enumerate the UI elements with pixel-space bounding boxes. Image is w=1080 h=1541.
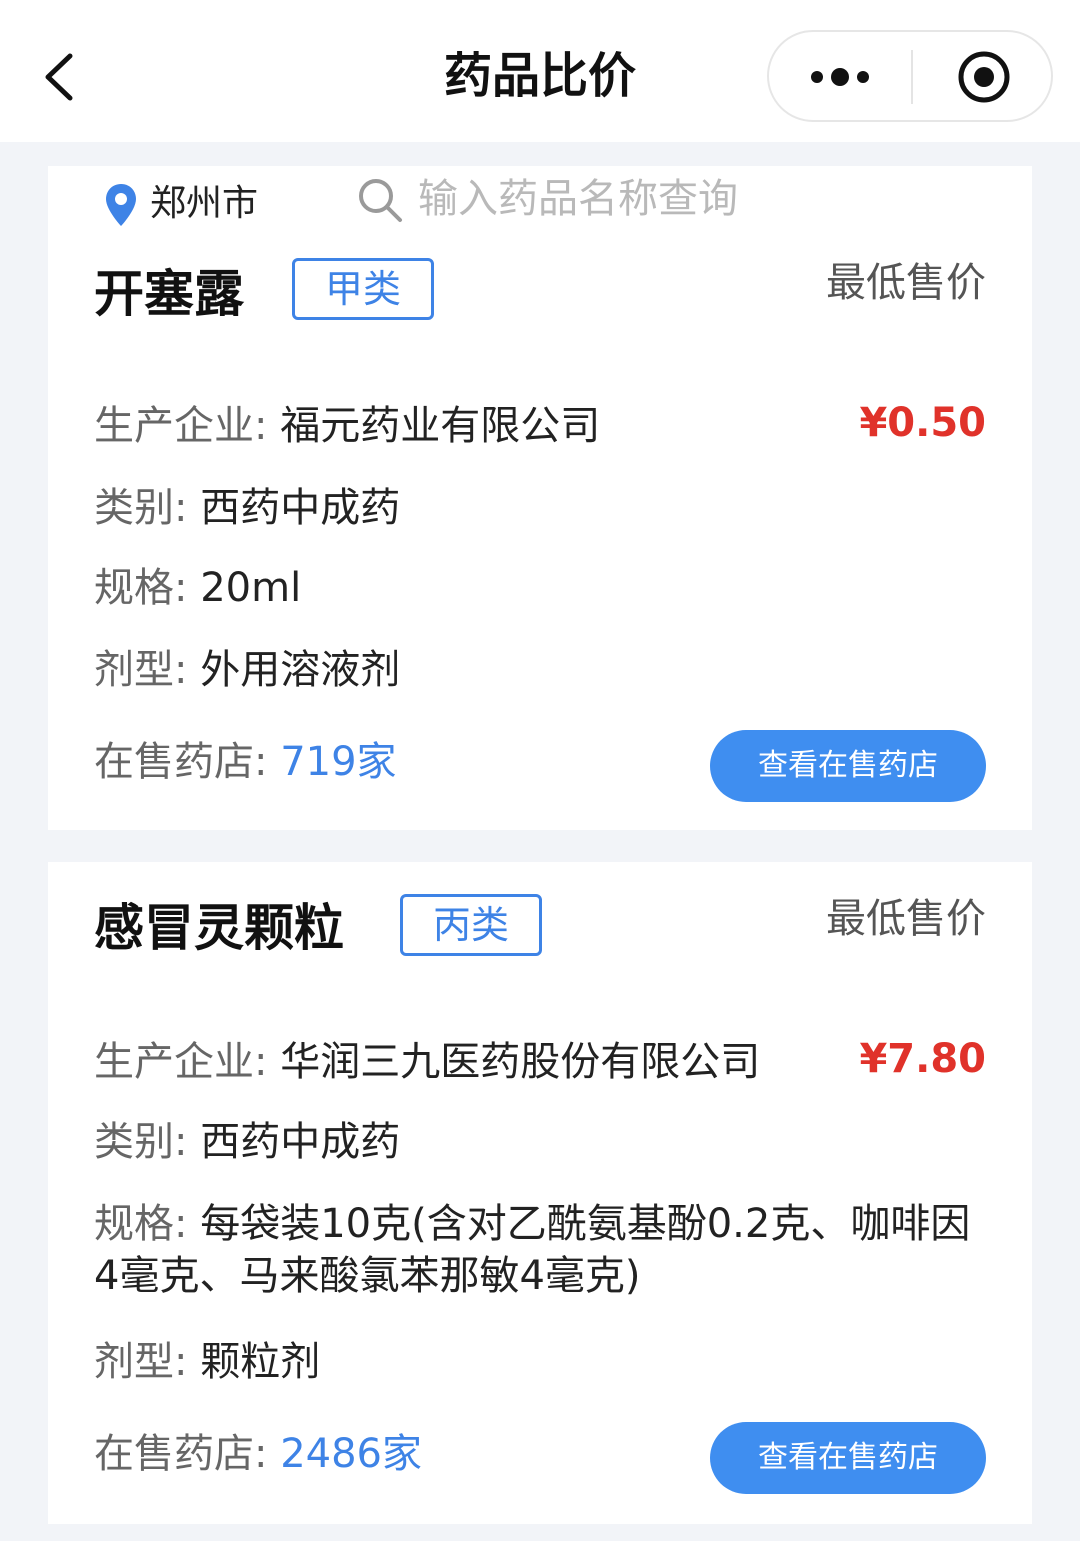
- stores-count: 2486家: [280, 1431, 422, 1477]
- lowest-price-label: 最低售价: [826, 260, 986, 306]
- form-row: 剂型: 颗粒剂: [94, 1336, 320, 1388]
- form-label: 剂型:: [94, 647, 188, 693]
- close-program-icon[interactable]: [957, 50, 1011, 104]
- stores-count: 719家: [280, 739, 397, 785]
- spec-row: 规格: 20ml: [94, 562, 301, 614]
- more-options-icon[interactable]: [809, 32, 871, 120]
- drug-name: 感冒灵颗粒: [94, 899, 344, 957]
- type-row: 类别: 西药中成药: [94, 482, 400, 534]
- drug-card: 郑州市 输入药品名称查询 开塞露 甲类 最低售价 ¥0.50 生产企业: 福元药…: [48, 166, 1032, 830]
- manufacturer-label: 生产企业:: [94, 1039, 268, 1085]
- manufacturer-label: 生产企业:: [94, 403, 268, 449]
- location-pin-icon[interactable]: [104, 182, 138, 228]
- form-label: 剂型:: [94, 1339, 188, 1385]
- city-selector[interactable]: 郑州市: [150, 182, 258, 226]
- manufacturer-value: 福元药业有限公司: [280, 403, 601, 449]
- spec-label: 规格:: [94, 1201, 188, 1247]
- price: ¥0.50: [859, 400, 986, 446]
- stores-row: 在售药店: 2486家: [94, 1428, 422, 1480]
- spec-value: 每袋装10克(含对乙酰氨基酚0.2克、咖啡因4毫克、马来酸氯苯那敏4毫克): [94, 1201, 971, 1299]
- price: ¥7.80: [859, 1036, 986, 1082]
- form-value: 外用溶液剂: [200, 647, 401, 693]
- manufacturer-row: 生产企业: 华润三九医药股份有限公司: [94, 1036, 760, 1088]
- spec-label: 规格:: [94, 565, 188, 611]
- stores-label: 在售药店:: [94, 739, 268, 785]
- drug-name: 开塞露: [94, 265, 244, 323]
- view-stores-button[interactable]: 查看在售药店: [710, 1422, 986, 1494]
- category-badge: 丙类: [400, 894, 542, 956]
- form-value: 颗粒剂: [200, 1339, 321, 1385]
- search-input[interactable]: 输入药品名称查询: [418, 174, 738, 224]
- spec-row: 规格: 每袋装10克(含对乙酰氨基酚0.2克、咖啡因4毫克、马来酸氯苯那敏4毫克…: [94, 1198, 974, 1302]
- stores-label: 在售药店:: [94, 1431, 268, 1477]
- view-stores-button[interactable]: 查看在售药店: [710, 730, 986, 802]
- spec-value: 20ml: [200, 565, 302, 611]
- type-label: 类别:: [94, 485, 188, 531]
- type-row: 类别: 西药中成药: [94, 1116, 400, 1168]
- lowest-price-label: 最低售价: [826, 896, 986, 942]
- drug-card: 感冒灵颗粒 丙类 最低售价 ¥7.80 生产企业: 华润三九医药股份有限公司 类…: [48, 862, 1032, 1524]
- manufacturer-row: 生产企业: 福元药业有限公司: [94, 400, 600, 452]
- navigation-bar: 药品比价: [0, 0, 1080, 142]
- stores-row: 在售药店: 719家: [94, 736, 397, 788]
- category-badge: 甲类: [292, 258, 434, 320]
- capsule-divider: [911, 50, 913, 104]
- form-row: 剂型: 外用溶液剂: [94, 644, 400, 696]
- type-label: 类别:: [94, 1119, 188, 1165]
- mini-program-capsule: [767, 30, 1053, 122]
- type-value: 西药中成药: [200, 1119, 401, 1165]
- search-icon: [359, 179, 402, 222]
- type-value: 西药中成药: [200, 485, 401, 531]
- manufacturer-value: 华润三九医药股份有限公司: [280, 1039, 761, 1085]
